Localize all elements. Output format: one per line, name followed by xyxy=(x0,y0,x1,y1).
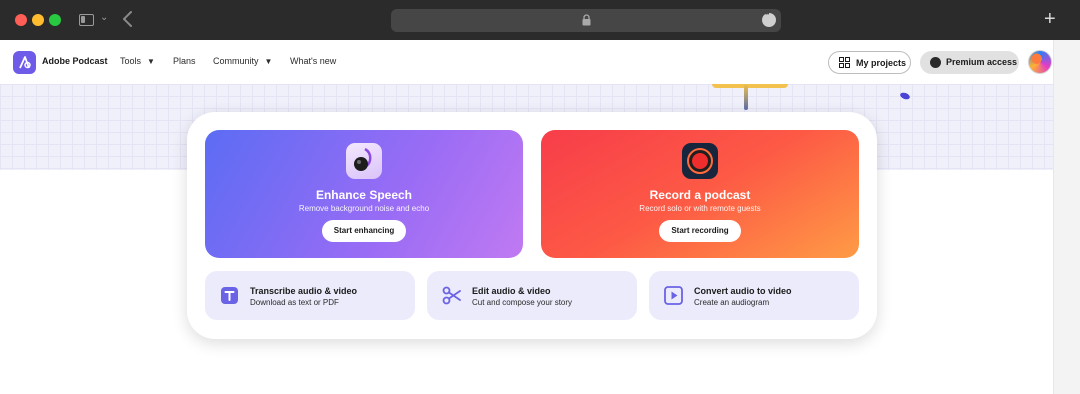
premium-access-button[interactable]: Premium access xyxy=(920,51,1019,74)
lock-icon xyxy=(582,14,591,26)
record-podcast-title: Record a podcast xyxy=(649,188,751,202)
close-window-button[interactable] xyxy=(15,14,27,26)
decorative-illustration xyxy=(712,84,788,88)
my-projects-label: My projects xyxy=(856,58,907,68)
brand-name[interactable]: Adobe Podcast xyxy=(42,56,108,66)
my-projects-button[interactable]: My projects xyxy=(828,51,911,74)
decorative-illustration-stem xyxy=(744,84,748,110)
back-arrow-icon[interactable] xyxy=(121,9,135,29)
record-podcast-card[interactable]: Record a podcast Record solo or with rem… xyxy=(541,130,859,258)
scrollbar[interactable] xyxy=(1053,40,1080,394)
scissors-icon xyxy=(442,286,461,305)
record-icon xyxy=(682,143,718,179)
chevron-down-icon[interactable]: ⌄ xyxy=(100,12,108,23)
nav-tools[interactable]: Tools ▼ xyxy=(120,56,155,66)
nav-community-label: Community xyxy=(213,56,259,66)
crown-icon xyxy=(930,57,941,68)
enhance-speech-title: Enhance Speech xyxy=(315,188,413,202)
nav-whats-new[interactable]: What's new xyxy=(290,56,336,66)
nav-plans[interactable]: Plans xyxy=(173,56,196,66)
address-bar[interactable] xyxy=(391,9,781,32)
sidebar-toggle-icon[interactable] xyxy=(79,14,94,26)
browser-toolbar: ⌄ + xyxy=(0,0,1080,40)
new-tab-icon[interactable]: + xyxy=(1044,9,1060,29)
edit-audio-title: Edit audio & video xyxy=(472,286,551,296)
transcribe-icon xyxy=(221,287,238,304)
transcribe-card[interactable]: Transcribe audio & video Download as tex… xyxy=(205,271,415,320)
enhance-speech-card[interactable]: Enhance Speech Remove background noise a… xyxy=(205,130,523,258)
enhance-speech-icon xyxy=(346,143,382,179)
nav-community[interactable]: Community ▼ xyxy=(213,56,272,66)
convert-audio-title: Convert audio to video xyxy=(694,286,792,296)
page: Adobe Podcast Tools ▼ Plans Community ▼ Wh… xyxy=(0,40,1053,394)
chevron-down-icon: ▼ xyxy=(264,57,273,66)
avatar[interactable] xyxy=(1028,50,1052,74)
convert-audio-subtitle: Create an audiogram xyxy=(694,298,770,307)
top-navigation: Adobe Podcast Tools ▼ Plans Community ▼ Wh… xyxy=(0,40,1053,84)
more-options-icon[interactable] xyxy=(762,11,776,27)
transcribe-subtitle: Download as text or PDF xyxy=(250,298,339,307)
transcribe-title: Transcribe audio & video xyxy=(250,286,358,296)
zoom-window-button[interactable] xyxy=(49,14,61,26)
adobe-podcast-logo[interactable] xyxy=(13,51,36,74)
nav-tools-label: Tools xyxy=(120,56,142,66)
enhance-speech-subtitle: Remove background noise and echo xyxy=(298,204,430,213)
edit-audio-subtitle: Cut and compose your story xyxy=(472,298,573,307)
start-enhancing-button[interactable]: Start enhancing xyxy=(322,220,406,242)
chevron-down-icon: ▼ xyxy=(147,57,155,66)
convert-audio-card[interactable]: Convert audio to video Create an audiogr… xyxy=(649,271,859,320)
premium-access-label: Premium access xyxy=(946,57,1018,67)
play-icon xyxy=(664,286,683,305)
start-recording-button[interactable]: Start recording xyxy=(659,220,741,242)
edit-audio-card[interactable]: Edit audio & video Cut and compose your … xyxy=(427,271,637,320)
tools-panel: Enhance Speech Remove background noise a… xyxy=(187,112,877,339)
record-podcast-subtitle: Record solo or with remote guests xyxy=(639,204,761,213)
grid-icon xyxy=(839,57,850,68)
minimize-window-button[interactable] xyxy=(32,14,44,26)
